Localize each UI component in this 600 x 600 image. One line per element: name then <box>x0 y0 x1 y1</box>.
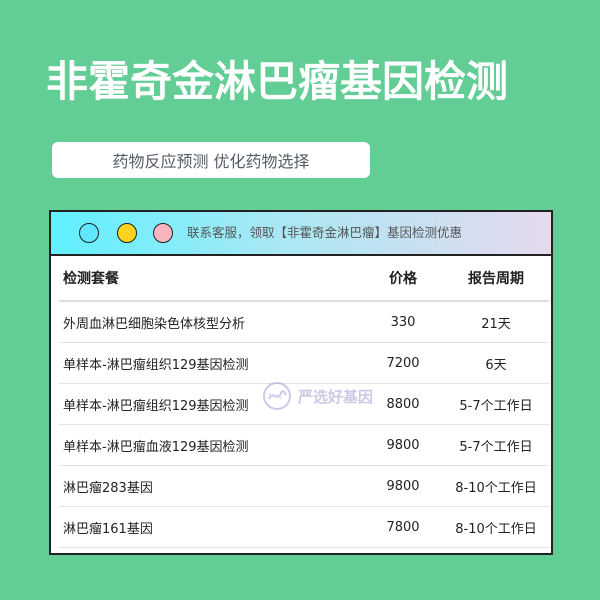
window-dot-cyan <box>79 223 99 243</box>
report-period: 21天 <box>443 301 549 343</box>
dna-logo-icon <box>263 382 291 410</box>
contact-service-text[interactable]: 联系客服，领取【非霍奇金淋巴瘤】基因检测优惠 <box>187 212 462 254</box>
header-period: 报告周期 <box>443 256 549 302</box>
subtitle-banner: 药物反应预测 优化药物选择 <box>52 142 370 178</box>
table-header-row: 检测套餐 价格 报告周期 <box>59 256 549 302</box>
window-dot-pink <box>153 223 173 243</box>
watermark-logo: 严选好基因 <box>262 378 412 414</box>
table-row: 外周血淋巴细胞染色体核型分析 330 21天 <box>59 301 549 343</box>
page-title: 非霍奇金淋巴瘤基因检测 <box>46 57 509 106</box>
subtitle-text: 药物反应预测 优化药物选择 <box>112 152 310 171</box>
package-price: 330 <box>363 301 443 343</box>
header-price: 价格 <box>363 256 443 302</box>
report-period: 8-10个工作日 <box>443 465 549 507</box>
report-period: 5-7个工作日 <box>443 383 549 425</box>
package-price: 7800 <box>363 506 443 548</box>
table-row: 淋巴瘤161基因 7800 8-10个工作日 <box>59 506 549 548</box>
window-dot-yellow <box>117 223 137 243</box>
window-titlebar: 联系客服，领取【非霍奇金淋巴瘤】基因检测优惠 <box>51 212 551 256</box>
package-price: 9800 <box>363 465 443 507</box>
report-period: 6天 <box>443 342 549 384</box>
package-name: 单样本-淋巴瘤血液129基因检测 <box>59 424 363 466</box>
watermark-text: 严选好基因 <box>298 387 374 406</box>
package-name: 淋巴瘤283基因 <box>59 465 363 507</box>
package-name: 淋巴瘤161基因 <box>59 506 363 548</box>
table-row: 淋巴瘤283基因 9800 8-10个工作日 <box>59 465 549 507</box>
package-price: 9800 <box>363 424 443 466</box>
package-name: 外周血淋巴细胞染色体核型分析 <box>59 301 363 343</box>
table-row: 单样本-淋巴瘤血液129基因检测 9800 5-7个工作日 <box>59 424 549 466</box>
report-period: 8-10个工作日 <box>443 506 549 548</box>
header-package: 检测套餐 <box>59 256 363 302</box>
report-period: 5-7个工作日 <box>443 424 549 466</box>
